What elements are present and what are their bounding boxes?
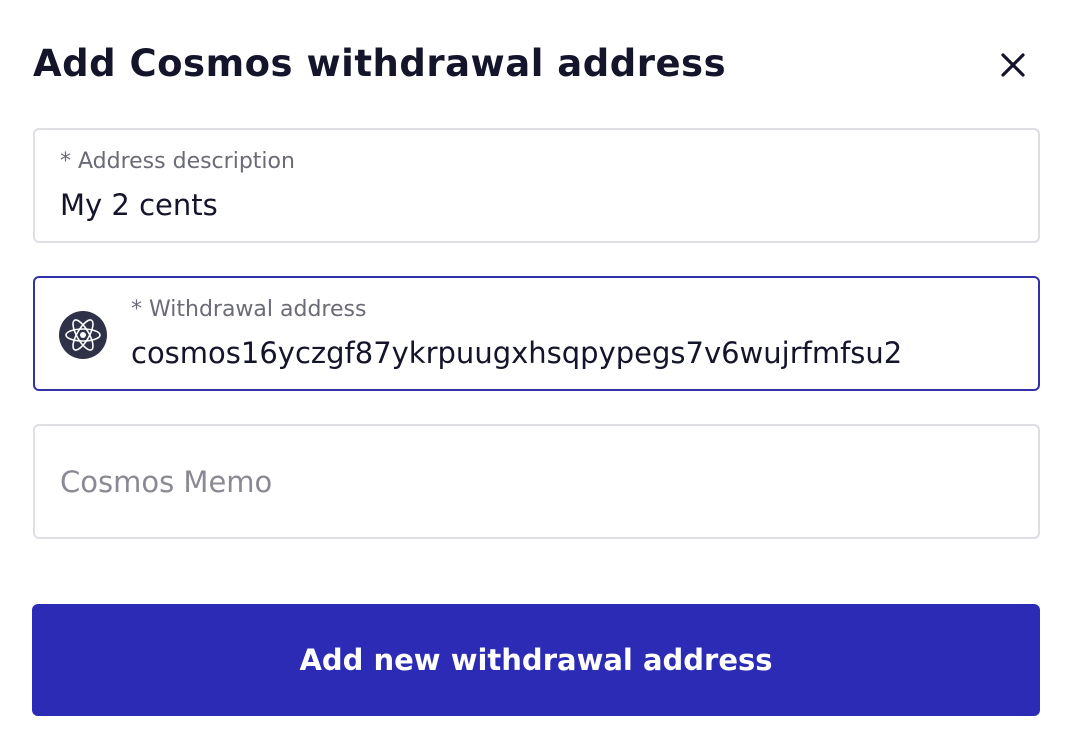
address-description-label: * Address description — [60, 149, 295, 174]
withdrawal-address-input[interactable]: cosmos16yczgf87ykrpuugxhsqpypegs7v6wujrf… — [131, 334, 902, 372]
add-withdrawal-address-button-label: Add new withdrawal address — [299, 643, 773, 677]
cosmos-memo-input[interactable]: Cosmos Memo — [60, 462, 272, 502]
cosmos-memo-field[interactable]: Cosmos Memo — [33, 424, 1040, 539]
dialog-title: Add Cosmos withdrawal address — [33, 42, 727, 85]
cosmos-atom-icon — [59, 311, 107, 359]
close-icon — [1001, 53, 1025, 77]
withdrawal-address-field[interactable]: * Withdrawal address cosmos16yczgf87ykrp… — [33, 276, 1040, 391]
add-withdrawal-address-dialog: Add Cosmos withdrawal address * Address … — [0, 0, 1072, 752]
withdrawal-address-label: * Withdrawal address — [131, 297, 367, 322]
close-button[interactable] — [990, 42, 1036, 88]
address-description-input[interactable]: My 2 cents — [60, 186, 218, 224]
address-description-field[interactable]: * Address description My 2 cents — [33, 128, 1040, 243]
add-withdrawal-address-button[interactable]: Add new withdrawal address — [32, 604, 1040, 716]
